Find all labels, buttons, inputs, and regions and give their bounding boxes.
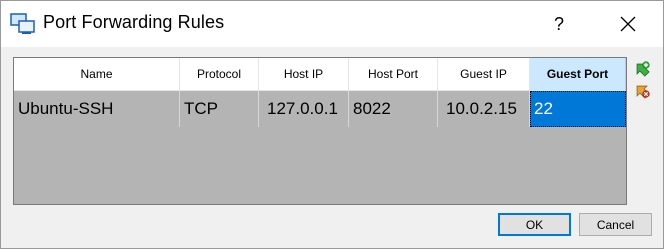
help-button[interactable]: ? — [536, 3, 582, 45]
cell-protocol[interactable]: TCP — [180, 91, 259, 127]
port-forwarding-dialog: Port Forwarding Rules ? Name Protocol Ho… — [0, 0, 664, 249]
table-row[interactable]: Ubuntu-SSH TCP 127.0.0.1 8022 10.0.2.15 … — [14, 91, 626, 127]
cell-name[interactable]: Ubuntu-SSH — [14, 91, 180, 127]
column-header-protocol[interactable]: Protocol — [180, 58, 259, 91]
cell-guest-ip[interactable]: 10.0.2.15 — [438, 91, 530, 127]
dialog-title: Port Forwarding Rules — [43, 12, 225, 32]
table-header: Name Protocol Host IP Host Port Guest IP… — [14, 58, 626, 91]
close-icon — [620, 16, 636, 32]
column-header-guest-port[interactable]: Guest Port — [530, 58, 626, 91]
cancel-button[interactable]: Cancel — [579, 213, 652, 236]
cell-guest-port[interactable]: 22 — [530, 91, 626, 127]
column-header-host-ip[interactable]: Host IP — [259, 58, 349, 91]
remove-rule-icon[interactable] — [634, 83, 650, 99]
add-rule-icon[interactable] — [634, 61, 650, 77]
cell-host-ip[interactable]: 127.0.0.1 — [259, 91, 349, 127]
title-bar[interactable]: Port Forwarding Rules ? — [1, 1, 663, 47]
ok-button[interactable]: OK — [498, 213, 571, 236]
close-button[interactable] — [605, 3, 651, 45]
app-icon — [10, 13, 35, 34]
rules-table[interactable]: Name Protocol Host IP Host Port Guest IP… — [13, 57, 627, 205]
column-header-host-port[interactable]: Host Port — [349, 58, 438, 91]
column-header-guest-ip[interactable]: Guest IP — [438, 58, 530, 91]
column-header-name[interactable]: Name — [14, 58, 180, 91]
cell-host-port[interactable]: 8022 — [349, 91, 438, 127]
